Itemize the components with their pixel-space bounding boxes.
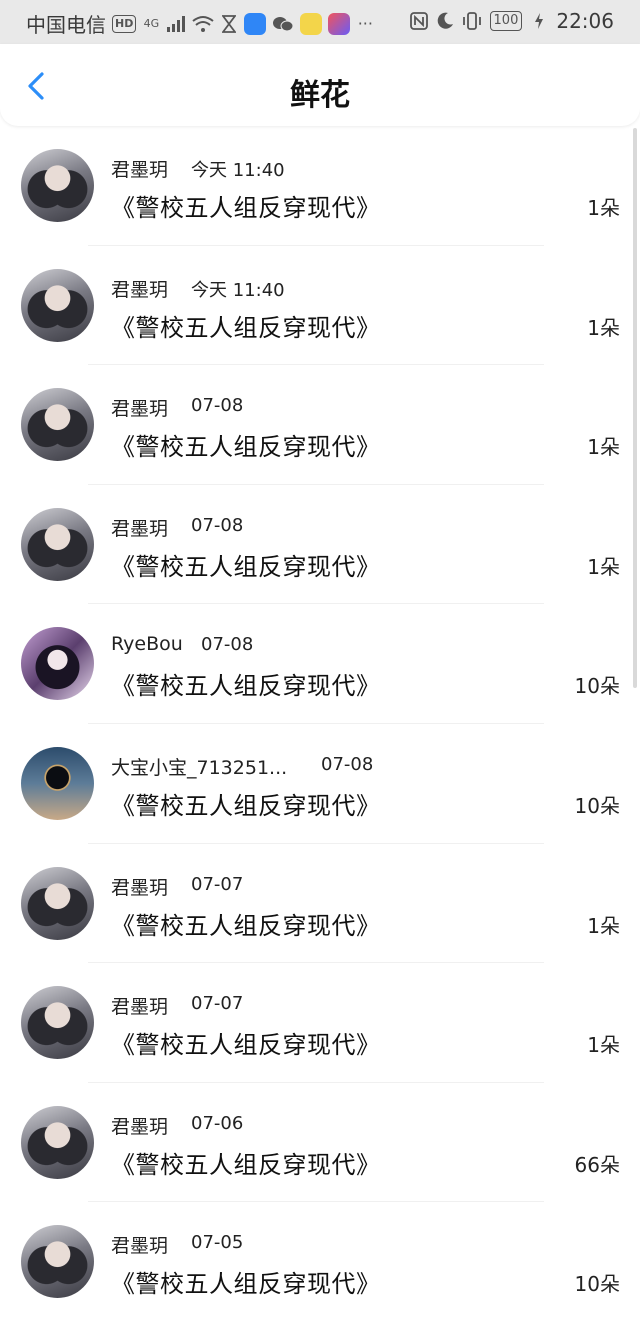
flower-count: 10朵 [574,793,620,818]
timestamp: 今天 11:40 [191,160,285,181]
avatar[interactable] [21,866,94,940]
nfc-icon [409,10,428,32]
carrier-label: 中国电信 [26,13,106,37]
status-bar: 中国电信 HD 4G ··· 100 22:06 [0,0,640,44]
avatar[interactable] [21,1105,94,1179]
timestamp: 07-07 [191,993,244,1015]
book-title: 《警校五人组反穿现代》 [111,1031,381,1060]
timestamp: 今天 11:40 [191,279,285,301]
timestamp: 07-06 [191,1112,244,1134]
more-icon: ··· [357,14,373,33]
clock: 22:06 [556,9,614,33]
book-title: 《警校五人组反穿现代》 [111,1150,381,1179]
user-name: 君墨玥 [111,1115,169,1138]
wechat-icon [272,13,294,35]
flower-records-list: 君墨玥 今天 11:40 《警校五人组反穿现代》 1朵 君墨玥 今天 11:40… [0,126,640,1322]
signal-icon [166,13,186,35]
list-item[interactable]: 君墨玥 今天 11:40 《警校五人组反穿现代》 1朵 [0,126,640,246]
colorful-app-icon [328,12,351,35]
book-title: 《警校五人组反穿现代》 [111,1270,381,1299]
mascot-app-icon [300,12,323,35]
book-title: 《警校五人组反穿现代》 [111,791,381,820]
flower-count: 1朵 [587,913,620,938]
scrollbar[interactable] [633,128,637,688]
avatar[interactable] [21,149,94,222]
shield-app-icon [244,12,267,35]
list-item[interactable]: 君墨玥 07-07 《警校五人组反穿现代》 1朵 [0,963,640,1083]
list-item[interactable]: 君墨玥 07-05 《警校五人组反穿现代》 10朵 [0,1202,640,1322]
list-item[interactable]: 君墨玥 今天 11:40 《警校五人组反穿现代》 1朵 [0,246,640,366]
user-name: 君墨玥 [111,159,169,181]
avatar[interactable] [21,388,94,462]
battery-icon: 100 [489,11,523,31]
timestamp: 07-08 [321,753,374,775]
avatar[interactable] [21,268,94,342]
navigation-header: 鲜花 [0,44,640,126]
hourglass-icon [220,13,238,35]
avatar[interactable] [21,507,94,581]
avatar[interactable] [21,746,94,820]
timestamp: 07-08 [191,395,244,417]
wifi-icon [192,13,214,35]
timestamp: 07-05 [191,1232,244,1254]
charging-icon [530,10,548,32]
user-name: 大宝小宝_713251... [111,756,288,779]
flower-count: 10朵 [574,1272,620,1297]
list-item[interactable]: 君墨玥 07-08 《警校五人组反穿现代》 1朵 [0,365,640,485]
flower-count: 1朵 [587,1033,620,1058]
flower-count: 1朵 [587,435,620,460]
flower-count: 1朵 [587,554,620,579]
list-item[interactable]: 大宝小宝_713251... 07-08 《警校五人组反穿现代》 10朵 [0,724,640,844]
book-title: 《警校五人组反穿现代》 [111,911,381,940]
timestamp: 07-07 [191,873,244,895]
list-item[interactable]: 君墨玥 07-07 《警校五人组反穿现代》 1朵 [0,844,640,964]
user-name: 君墨玥 [111,996,169,1019]
user-name: 君墨玥 [111,1235,169,1258]
list-item[interactable]: RyeBou 07-08 《警校五人组反穿现代》 10朵 [0,604,640,724]
network-type: 4G [143,17,160,30]
book-title: 《警校五人组反穿现代》 [111,433,381,462]
user-name: 君墨玥 [111,876,169,899]
user-name: 君墨玥 [111,278,169,301]
user-name: RyeBou [111,633,183,656]
avatar[interactable] [21,627,94,701]
timestamp: 07-08 [191,514,244,536]
hd-icon: HD [112,14,137,33]
flower-count: 10朵 [574,674,620,699]
book-title: 《警校五人组反穿现代》 [111,672,381,701]
book-title: 《警校五人组反穿现代》 [111,313,381,342]
page-title: 鲜花 [290,78,350,113]
book-title: 《警校五人组反穿现代》 [111,194,381,222]
moon-icon [436,10,454,32]
avatar[interactable] [21,986,94,1060]
avatar[interactable] [21,1225,94,1299]
timestamp: 07-08 [201,634,254,656]
flower-count: 1朵 [587,196,620,220]
vibrate-icon [462,10,482,32]
flower-count: 66朵 [574,1152,620,1177]
list-item[interactable]: 君墨玥 07-08 《警校五人组反穿现代》 1朵 [0,485,640,605]
list-item[interactable]: 君墨玥 07-06 《警校五人组反穿现代》 66朵 [0,1083,640,1203]
flower-count: 1朵 [587,315,620,340]
user-name: 君墨玥 [111,517,169,540]
book-title: 《警校五人组反穿现代》 [111,552,381,581]
user-name: 君墨玥 [111,398,169,421]
